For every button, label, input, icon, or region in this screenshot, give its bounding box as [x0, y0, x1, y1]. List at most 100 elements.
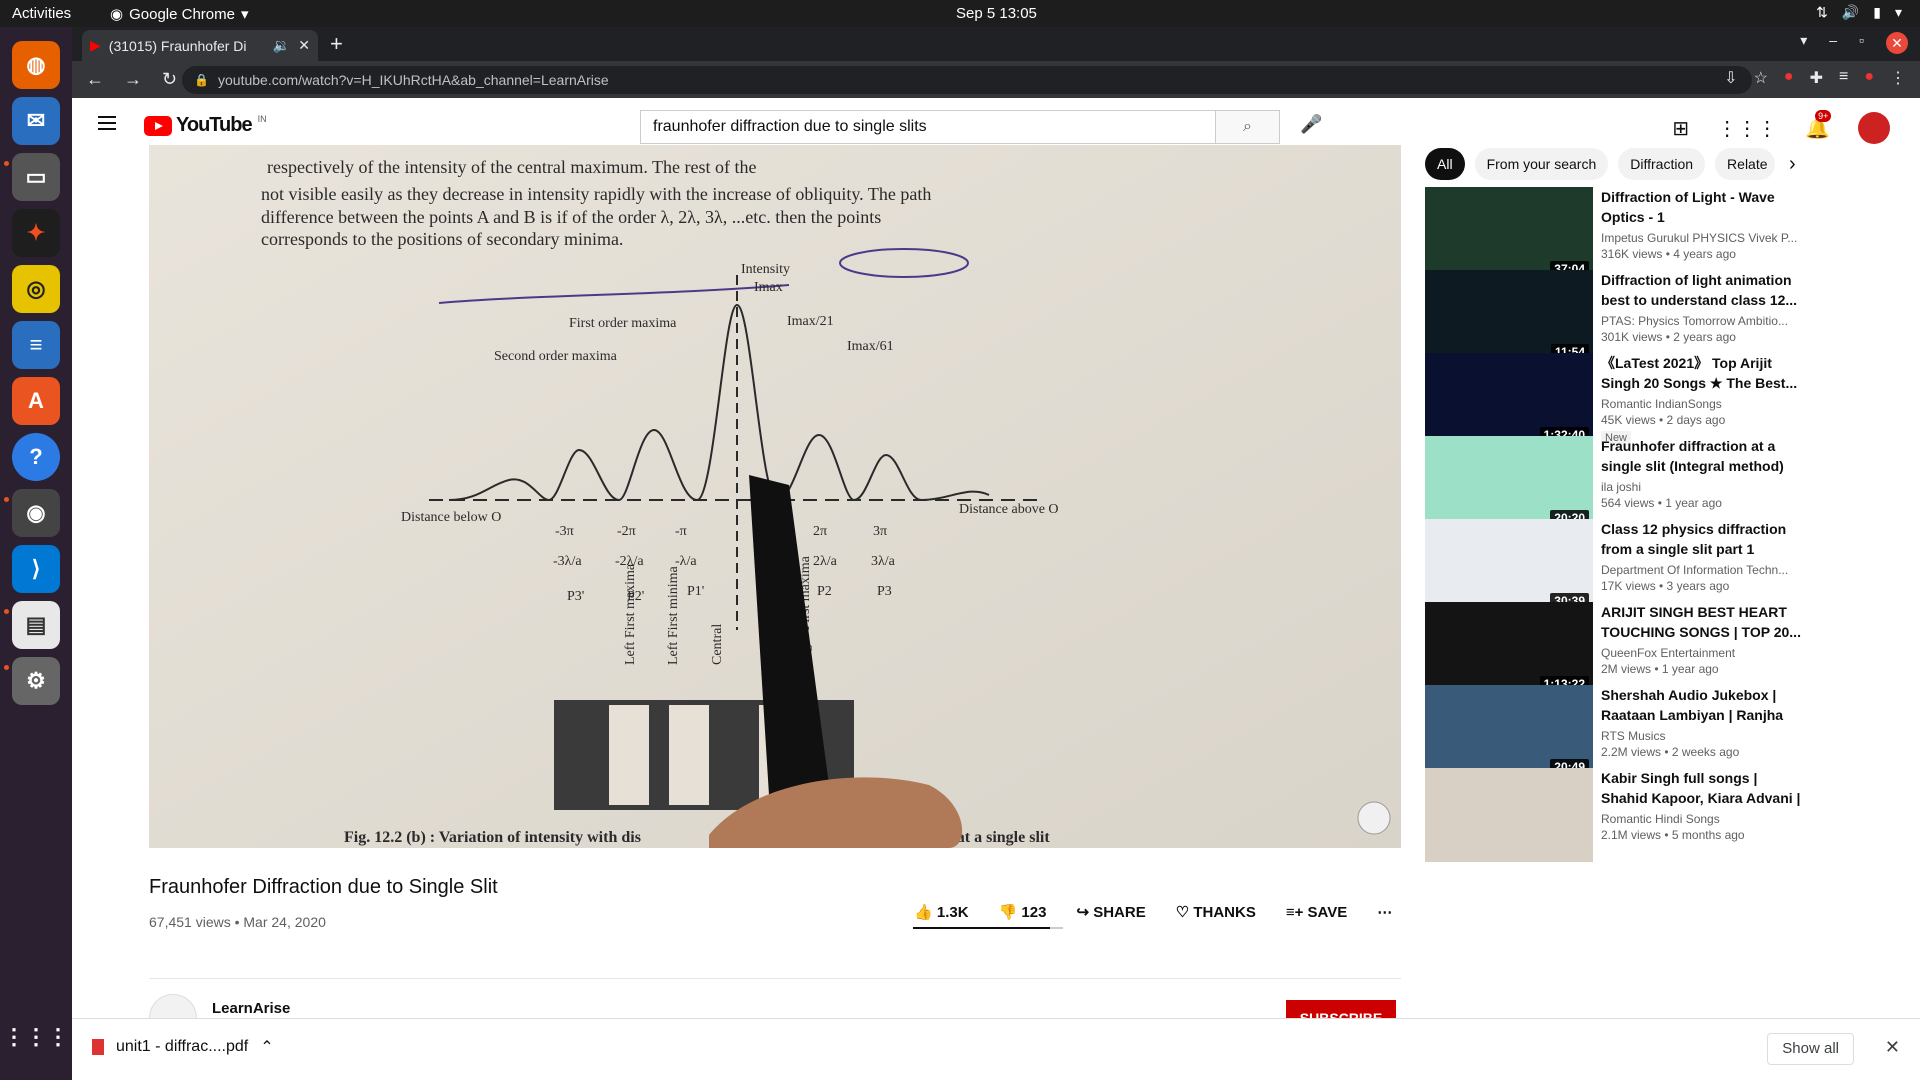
thanks-button[interactable]: ♡ THANKS: [1176, 903, 1256, 921]
close-icon[interactable]: ✕: [1885, 1037, 1900, 1058]
bookmark-star-icon[interactable]: ☆: [1754, 68, 1768, 88]
help-icon[interactable]: ?: [12, 433, 60, 481]
recommendation-card[interactable]: Kabir Singh full songs | Shahid Kapoor, …: [1425, 768, 1905, 866]
save-icon: ≡+: [1285, 903, 1304, 921]
recommendation-title[interactable]: Shershah Audio Jukebox | Raataan Lambiya…: [1601, 685, 1801, 725]
recommendation-channel[interactable]: Department Of Information Techn...: [1601, 563, 1801, 577]
document-viewer-icon[interactable]: ▤: [12, 601, 60, 649]
label-distance-below: Distance below O: [401, 510, 501, 525]
show-all-button[interactable]: Show all: [1767, 1033, 1854, 1065]
app-menu[interactable]: ◉ Google Chrome ▾: [110, 5, 249, 24]
recommendation-channel[interactable]: Romantic IndianSongs: [1601, 397, 1801, 411]
software-icon[interactable]: A: [12, 377, 60, 425]
recommendation-title[interactable]: 《LaTest 2021》 Top Arijit Singh 20 Songs …: [1601, 353, 1801, 393]
forward-icon[interactable]: →: [124, 69, 142, 90]
close-window-button[interactable]: ✕: [1886, 32, 1908, 54]
recommendation-thumbnail[interactable]: 30:39: [1425, 519, 1593, 613]
back-icon[interactable]: ←: [86, 69, 104, 90]
save-button[interactable]: ≡+ SAVE: [1286, 904, 1347, 921]
chip-all[interactable]: All: [1425, 148, 1465, 180]
chip-from-your-search[interactable]: From your search: [1474, 148, 1609, 180]
lock-icon[interactable]: 🔒: [194, 66, 209, 94]
channel-name[interactable]: LearnArise: [212, 1000, 290, 1017]
recommendation-title[interactable]: Kabir Singh full songs | Shahid Kapoor, …: [1601, 768, 1801, 808]
voice-search-icon[interactable]: 🎤: [1300, 114, 1322, 135]
system-tray[interactable]: ⇅ 🔊 ▮ ▾: [1816, 4, 1902, 21]
tab-search-icon[interactable]: ▾: [1800, 32, 1807, 54]
activities-button[interactable]: Activities: [12, 5, 71, 22]
recommendation-channel[interactable]: Romantic Hindi Songs: [1601, 812, 1801, 826]
create-icon[interactable]: ⊞: [1672, 116, 1689, 141]
recommendation-thumbnail[interactable]: [1425, 768, 1593, 862]
show-apps-icon[interactable]: ⋮⋮⋮: [3, 1013, 69, 1061]
download-item[interactable]: unit1 - diffrac....pdf ⌃: [92, 1037, 274, 1057]
firefox-icon[interactable]: ◍: [12, 41, 60, 89]
media-icon[interactable]: ≡: [1839, 68, 1848, 88]
apps-icon[interactable]: ⋮⋮⋮: [1717, 116, 1777, 141]
more-icon[interactable]: ⋯: [1377, 903, 1392, 921]
extensions-icon[interactable]: ✚: [1810, 68, 1823, 88]
vscode-icon[interactable]: ⟩: [12, 545, 60, 593]
minimize-button[interactable]: –: [1829, 32, 1837, 54]
recommendation-channel[interactable]: QueenFox Entertainment: [1601, 646, 1801, 660]
browser-tab[interactable]: ▶ (31015) Fraunhofer Di 🔉 ✕: [82, 30, 318, 61]
figma-icon[interactable]: ✦: [12, 209, 60, 257]
logo-text: YouTube: [176, 114, 253, 136]
recommendation-channel[interactable]: RTS Musics: [1601, 729, 1801, 743]
recommendation-title[interactable]: Diffraction of Light - Wave Optics - 1: [1601, 187, 1801, 227]
account-avatar[interactable]: [1858, 112, 1890, 144]
share-button[interactable]: ↪ SHARE: [1076, 903, 1145, 921]
recommendation-title[interactable]: Class 12 physics diffraction from a sing…: [1601, 519, 1801, 559]
recommendation-thumbnail[interactable]: 1:32:40: [1425, 353, 1593, 447]
menu-icon[interactable]: [98, 116, 116, 130]
recommendation-thumbnail[interactable]: 11:54: [1425, 270, 1593, 364]
profile-icon[interactable]: ●: [1864, 68, 1874, 88]
dislike-button[interactable]: 👎 123: [999, 903, 1047, 921]
recommendation-meta: Diffraction of Light - Wave Optics - 1 Im…: [1601, 187, 1801, 261]
adblock-icon[interactable]: ●: [1784, 68, 1794, 88]
clock[interactable]: Sep 5 13:05: [956, 5, 1037, 22]
recommendation-views: 316K views • 4 years ago: [1601, 247, 1736, 261]
rhythmbox-icon[interactable]: ◎: [12, 265, 60, 313]
youtube-logo[interactable]: YouTube IN: [144, 114, 267, 137]
audio-icon[interactable]: 🔉: [273, 37, 290, 54]
chevron-up-icon[interactable]: ⌃: [260, 1037, 273, 1057]
search-button[interactable]: ⌕: [1216, 110, 1280, 144]
close-tab-icon[interactable]: ✕: [298, 37, 310, 54]
share-icon: ↪: [1076, 904, 1090, 921]
recommendation-title[interactable]: Diffraction of light animation best to u…: [1601, 270, 1801, 310]
chip-related[interactable]: Relate: [1715, 148, 1776, 180]
notifications-icon[interactable]: 🔔 9+: [1805, 109, 1832, 141]
install-icon[interactable]: ⇩: [1724, 68, 1737, 88]
lambda-right-0: 2λ/a: [813, 554, 838, 569]
recommendation-thumbnail[interactable]: 1:13:22: [1425, 602, 1593, 696]
writer-icon[interactable]: ≡: [12, 321, 60, 369]
chevron-right-icon[interactable]: ›: [1789, 153, 1796, 176]
reload-icon[interactable]: ↻: [162, 69, 177, 90]
files-icon[interactable]: ▭: [12, 153, 60, 201]
recommendation-thumbnail[interactable]: 20:20: [1425, 436, 1593, 530]
address-bar[interactable]: 🔒 youtube.com/watch?v=H_IKUhRctHA&ab_cha…: [182, 66, 1752, 94]
chrome-icon[interactable]: ◉: [12, 489, 60, 537]
recommendation-thumbnail[interactable]: 20:49: [1425, 685, 1593, 779]
label-imax: Imax: [754, 280, 783, 295]
running-indicator: [4, 609, 9, 614]
maximize-button[interactable]: ▫: [1859, 32, 1864, 54]
chip-diffraction[interactable]: Diffraction: [1618, 148, 1706, 180]
thunderbird-icon[interactable]: ✉: [12, 97, 60, 145]
recommendation-title[interactable]: Fraunhofer diffraction at a single slit …: [1601, 436, 1801, 476]
recommendation-channel[interactable]: ila joshi: [1601, 480, 1801, 494]
vertical-label-2: Central: [710, 624, 725, 665]
like-button[interactable]: 👍 1.3K: [914, 903, 969, 921]
recommendation-thumbnail[interactable]: 37:04: [1425, 187, 1593, 281]
settings-icon[interactable]: ⚙: [12, 657, 60, 705]
recommendation-title[interactable]: ARIJIT SINGH BEST HEART TOUCHING SONGS |…: [1601, 602, 1801, 642]
search-input[interactable]: fraunhofer diffraction due to single sli…: [640, 110, 1216, 144]
recommendation-channel[interactable]: PTAS: Physics Tomorrow Ambitio...: [1601, 314, 1801, 328]
thanks-label: THANKS: [1193, 904, 1256, 921]
like-ratio-fill: [913, 927, 1050, 929]
new-tab-button[interactable]: +: [330, 31, 343, 57]
recommendation-channel[interactable]: Impetus Gurukul PHYSICS Vivek P...: [1601, 231, 1801, 245]
menu-icon[interactable]: ⋮: [1890, 68, 1906, 88]
video-player[interactable]: respectively of the intensity of the cen…: [149, 145, 1401, 848]
